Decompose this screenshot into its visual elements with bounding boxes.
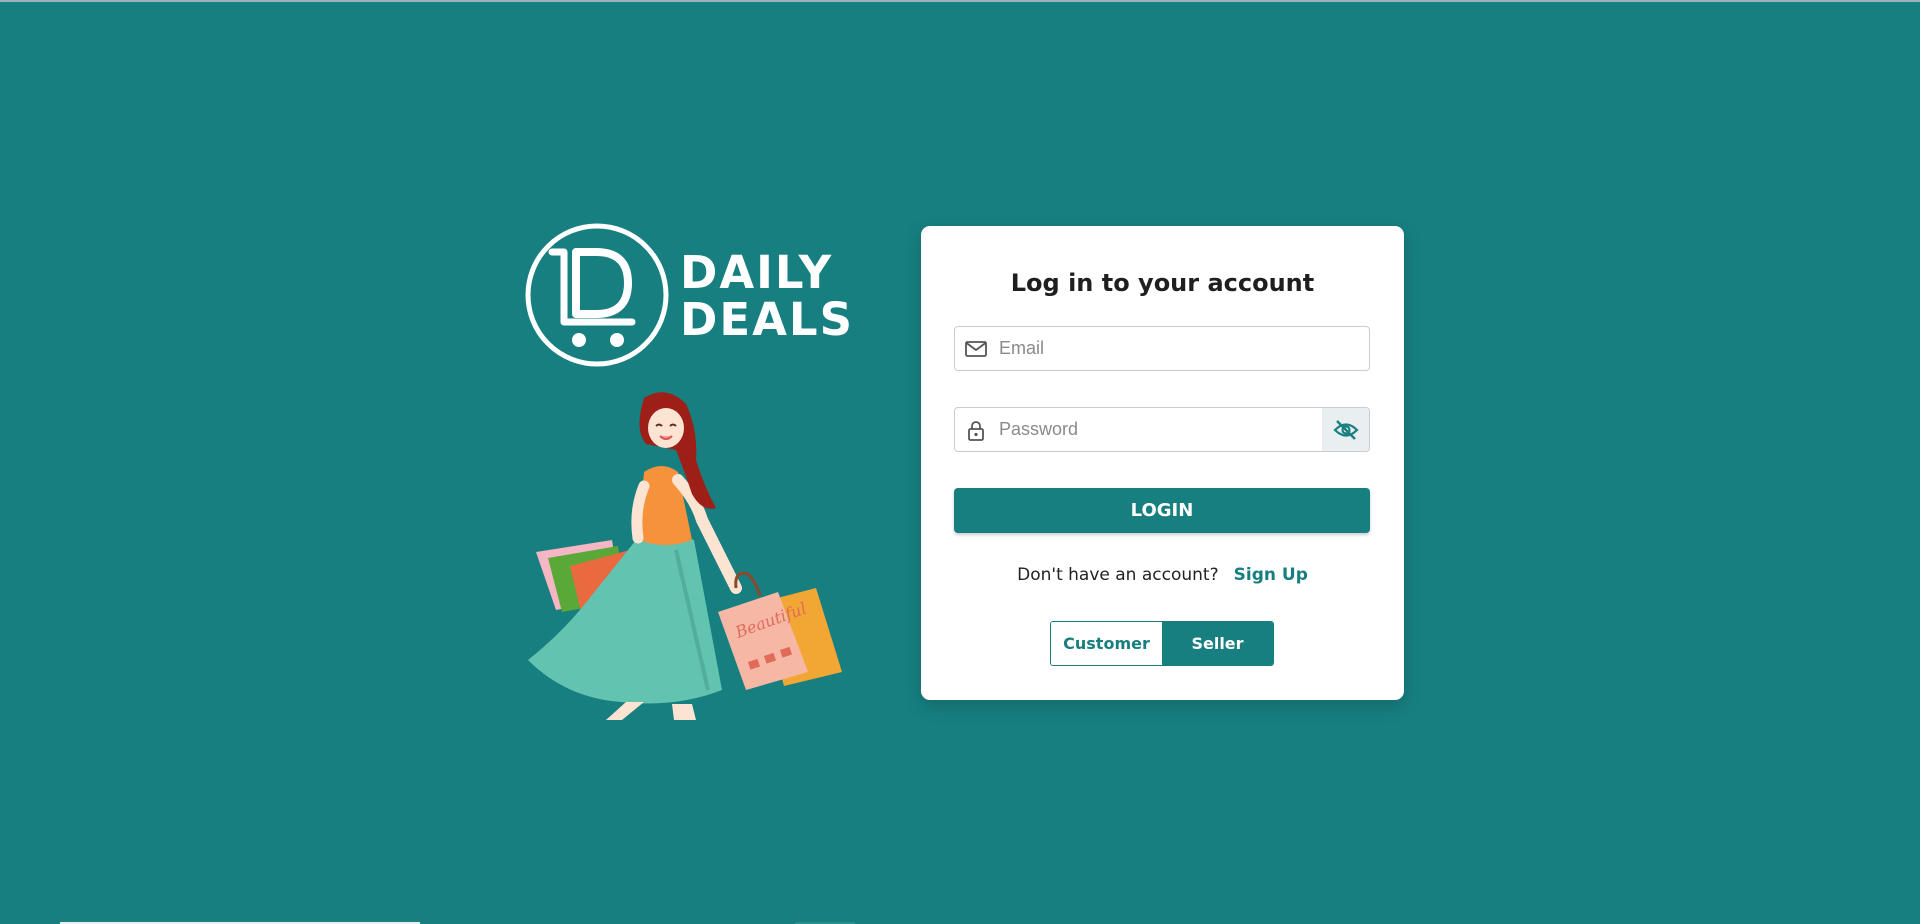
password-field[interactable]	[954, 407, 1370, 452]
eye-off-icon	[1332, 419, 1359, 440]
signup-link[interactable]: Sign Up	[1234, 565, 1308, 585]
brand-logo: DAILY DEALS	[524, 222, 852, 372]
signup-prompt: Don't have an account?	[1017, 565, 1219, 585]
cart-d-logo-icon	[525, 223, 669, 367]
signup-row: Don't have an account? Sign Up	[921, 564, 1404, 585]
mail-icon	[965, 341, 987, 357]
shopping-woman-illustration: Beautiful	[528, 392, 842, 720]
brand-wordmark: DAILY DEALS	[680, 249, 854, 343]
role-toggle: Customer Seller	[1050, 621, 1274, 666]
toggle-password-visibility-button[interactable]	[1322, 408, 1369, 451]
login-button[interactable]: LOGIN	[954, 488, 1370, 533]
role-seller-button[interactable]: Seller	[1162, 622, 1273, 665]
login-card: Log in to your account LOGIN Don't have …	[921, 226, 1404, 700]
face	[648, 408, 684, 448]
role-customer-button[interactable]: Customer	[1051, 622, 1162, 665]
email-field[interactable]	[954, 326, 1370, 371]
brand-line-1: DAILY	[680, 246, 834, 299]
window-top-border	[0, 0, 1920, 2]
brand-line-2: DEALS	[680, 293, 855, 346]
password-input[interactable]	[999, 408, 1309, 451]
login-title: Log in to your account	[1010, 269, 1315, 297]
email-input[interactable]	[999, 327, 1359, 370]
lock-icon	[968, 421, 984, 441]
